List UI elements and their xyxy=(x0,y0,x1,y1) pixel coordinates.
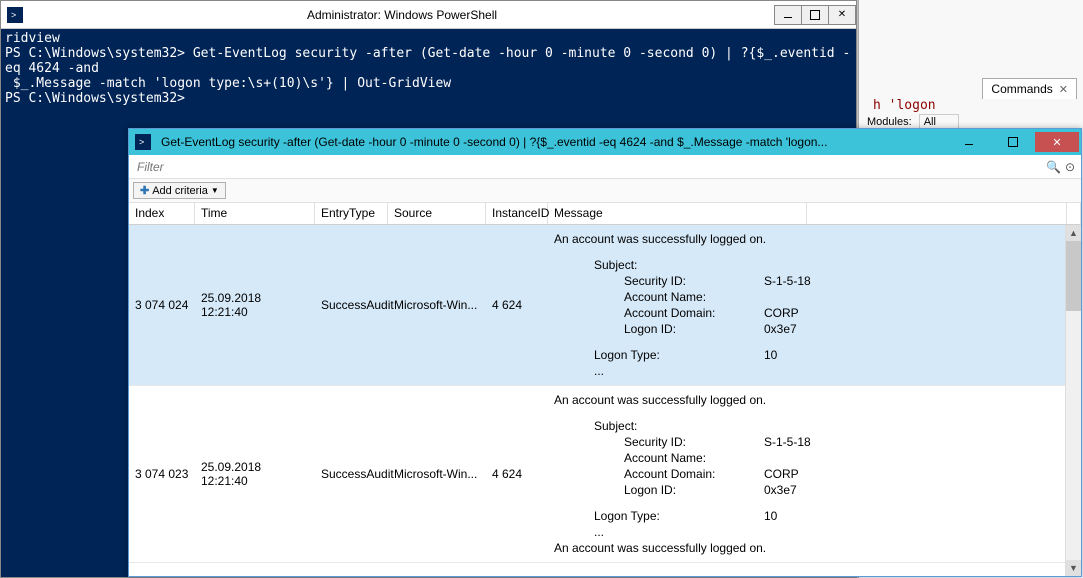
column-header-index[interactable]: Index xyxy=(129,203,195,224)
filter-input[interactable] xyxy=(135,158,1046,176)
criteria-bar: ✚ Add criteria ▼ xyxy=(129,179,1081,203)
msg-security-id-k: Security ID: xyxy=(624,434,764,450)
msg-security-id-k: Security ID: xyxy=(624,273,764,289)
vertical-scrollbar[interactable]: ▲ ▼ xyxy=(1065,225,1081,576)
commands-tab[interactable]: Commands ✕ xyxy=(982,78,1077,99)
ps-window-controls xyxy=(775,5,856,25)
msg-account-domain-v: CORP xyxy=(764,466,799,482)
commands-tab-label: Commands xyxy=(991,82,1052,96)
search-icon[interactable]: 🔍 xyxy=(1046,160,1061,174)
powershell-icon: > xyxy=(135,134,151,150)
msg-account-name-k: Account Name: xyxy=(624,450,764,466)
cell-index: 3 074 023 xyxy=(129,386,195,562)
gridview-titlebar[interactable]: > Get-EventLog security -after (Get-date… xyxy=(129,129,1081,155)
msg-account-name-k: Account Name: xyxy=(624,289,764,305)
cell-message: An account was successfully logged on. S… xyxy=(548,386,1065,562)
column-header-source[interactable]: Source xyxy=(388,203,486,224)
msg-logon-type-v: 10 xyxy=(764,348,777,362)
minimize-button[interactable] xyxy=(774,5,802,25)
grid-body: 3 074 024 25.09.2018 12:21:40 SuccessAud… xyxy=(129,225,1081,576)
msg-logon-type-k: Logon Type: xyxy=(594,508,764,524)
add-criteria-button[interactable]: ✚ Add criteria ▼ xyxy=(133,182,226,199)
cell-time: 25.09.2018 12:21:40 xyxy=(195,225,315,385)
minimize-button[interactable] xyxy=(947,132,991,152)
cell-entrytype: SuccessAudit xyxy=(315,386,388,562)
column-header-instanceid[interactable]: InstanceID xyxy=(486,203,548,224)
cell-instanceid: 4 624 xyxy=(486,386,548,562)
modules-label: Modules: xyxy=(867,116,912,128)
msg-account-domain-v: CORP xyxy=(764,305,799,321)
msg-security-id-v: S-1-5-18 xyxy=(764,434,811,450)
scroll-up-button[interactable]: ▲ xyxy=(1066,225,1081,241)
msg-logon-id-k: Logon ID: xyxy=(624,321,764,337)
scroll-down-button[interactable]: ▼ xyxy=(1066,560,1081,576)
svg-text:>: > xyxy=(139,137,144,147)
cell-index: 3 074 024 xyxy=(129,225,195,385)
msg-heading: An account was successfully logged on. xyxy=(554,231,1059,247)
msg-logon-type-v: 10 xyxy=(764,509,777,523)
table-row[interactable]: 3 074 023 25.09.2018 12:21:40 SuccessAud… xyxy=(129,386,1065,563)
msg-next-heading: An account was successfully logged on. xyxy=(554,540,1059,556)
msg-subject: Subject: xyxy=(554,257,1059,273)
msg-security-id-v: S-1-5-18 xyxy=(764,273,811,289)
cell-instanceid: 4 624 xyxy=(486,225,548,385)
gridview-title: Get-EventLog security -after (Get-date -… xyxy=(157,135,947,149)
powershell-icon: > xyxy=(7,7,23,23)
msg-subject: Subject: xyxy=(554,418,1059,434)
cell-source: Microsoft-Win... xyxy=(388,225,486,385)
ps-console-output[interactable]: ridview PS C:\Windows\system32> Get-Even… xyxy=(1,29,856,108)
plus-icon: ✚ xyxy=(140,184,149,197)
column-header-spacer[interactable] xyxy=(807,203,1067,224)
msg-ellipsis: ... xyxy=(554,524,1059,540)
close-icon[interactable]: ✕ xyxy=(1059,83,1068,96)
svg-text:>: > xyxy=(11,10,16,20)
msg-logon-id-v: 0x3e7 xyxy=(764,482,797,498)
add-criteria-label: Add criteria xyxy=(152,185,208,197)
scroll-thumb[interactable] xyxy=(1066,241,1081,311)
gridview-window: > Get-EventLog security -after (Get-date… xyxy=(128,128,1082,577)
expand-icon[interactable]: ⊙ xyxy=(1065,160,1075,174)
column-header-message[interactable]: Message xyxy=(548,203,807,224)
column-header-scroll-spacer xyxy=(1067,203,1081,224)
msg-account-domain-k: Account Domain: xyxy=(624,466,764,482)
filter-bar: 🔍 ⊙ xyxy=(129,155,1081,179)
column-header-time[interactable]: Time xyxy=(195,203,315,224)
gridview-window-controls xyxy=(947,132,1079,152)
column-header-entrytype[interactable]: EntryType xyxy=(315,203,388,224)
cell-source: Microsoft-Win... xyxy=(388,386,486,562)
msg-logon-id-v: 0x3e7 xyxy=(764,321,797,337)
chevron-down-icon: ▼ xyxy=(211,186,219,195)
msg-heading: An account was successfully logged on. xyxy=(554,392,1059,408)
msg-account-domain-k: Account Domain: xyxy=(624,305,764,321)
msg-logon-id-k: Logon ID: xyxy=(624,482,764,498)
ps-window-title: Administrator: Windows PowerShell xyxy=(29,8,775,22)
maximize-button[interactable] xyxy=(801,5,829,25)
table-row[interactable]: 3 074 024 25.09.2018 12:21:40 SuccessAud… xyxy=(129,225,1065,386)
msg-logon-type-k: Logon Type: xyxy=(594,347,764,363)
cell-time: 25.09.2018 12:21:40 xyxy=(195,386,315,562)
close-button[interactable] xyxy=(828,5,856,25)
msg-ellipsis: ... xyxy=(554,363,1059,379)
maximize-button[interactable] xyxy=(991,132,1035,152)
cell-entrytype: SuccessAudit xyxy=(315,225,388,385)
grid-header: Index Time EntryType Source InstanceID M… xyxy=(129,203,1081,225)
close-button[interactable] xyxy=(1035,132,1079,152)
ps-titlebar[interactable]: > Administrator: Windows PowerShell xyxy=(1,1,856,29)
cell-message: An account was successfully logged on. S… xyxy=(548,225,1065,385)
